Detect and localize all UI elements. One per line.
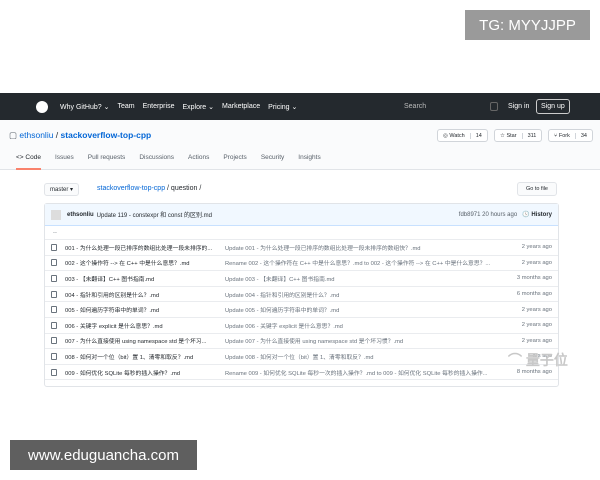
file-age: 2 years ago bbox=[521, 306, 552, 313]
repo-icon: ▢ bbox=[9, 130, 20, 140]
parent-dir-link[interactable]: .. bbox=[45, 226, 558, 240]
file-age: 2 years ago bbox=[521, 244, 552, 251]
file-row[interactable]: 005 - 如何遍历字符串中的单词？.md Update 005 - 如何遍历字符… bbox=[45, 302, 558, 318]
fork-button[interactable]: ⑂ Fork 34 bbox=[548, 129, 593, 142]
file-icon bbox=[51, 352, 57, 360]
file-icon bbox=[51, 290, 57, 298]
repo-name-link[interactable]: stackoverflow-top-cpp bbox=[61, 130, 152, 140]
watermark-top: TG: MYYJJPP bbox=[465, 10, 590, 40]
fork-label: Fork bbox=[558, 132, 570, 139]
file-icon bbox=[51, 243, 57, 251]
github-logo-icon[interactable] bbox=[36, 100, 48, 113]
breadcrumb: stackoverflow-top-cpp / question / bbox=[97, 185, 201, 192]
star-label: Star bbox=[506, 132, 517, 139]
file-age: 2 years ago bbox=[521, 322, 552, 329]
file-commit-message[interactable]: Update 001 - 为什么处理一段已排序的数组比处理一段未排序的数组快？.… bbox=[225, 243, 495, 252]
file-commit-message[interactable]: Rename 002 - 这个操作符在 C++ 中是什么意思？.md to 00… bbox=[225, 258, 495, 267]
file-commit-message[interactable]: Update 003 - 【未翻译】C++ 图书指南.md bbox=[225, 274, 495, 283]
file-row[interactable]: 007 - 为什么直接使用 using namespace std 是个坏习..… bbox=[45, 334, 558, 350]
watermark-bottom: www.eduguancha.com bbox=[10, 440, 197, 470]
file-age: 6 months ago bbox=[516, 291, 552, 298]
tab-pull-requests[interactable]: Pull requests bbox=[88, 154, 126, 170]
file-name[interactable]: 001 - 为什么处理一段已排序的数组比处理一段未排序的... bbox=[65, 243, 225, 252]
file-row[interactable]: 006 - 关键字 explicit 是什么意思？.md Update 006 -… bbox=[45, 318, 558, 334]
nav-enterprise[interactable]: Enterprise bbox=[143, 103, 175, 110]
file-commit-message[interactable]: Update 007 - 为什么直接使用 using namespace std… bbox=[225, 336, 495, 345]
file-name[interactable]: 006 - 关键字 explicit 是什么意思？.md bbox=[65, 321, 225, 330]
tab-security[interactable]: Security bbox=[261, 154, 284, 170]
sign-up-button[interactable]: Sign up bbox=[536, 99, 570, 114]
fork-count: 34 bbox=[574, 132, 592, 139]
go-to-file-button[interactable]: Go to file bbox=[517, 182, 557, 196]
file-icon bbox=[51, 306, 57, 314]
file-row[interactable]: 003 - 【未翻译】C++ 图书指南.md Update 003 - 【未翻译】… bbox=[45, 271, 558, 287]
avatar bbox=[51, 209, 61, 220]
commit-message[interactable]: Update 119 - constexpr 和 const 的区别.md bbox=[97, 210, 212, 219]
history-label: History bbox=[531, 212, 552, 218]
nav-team[interactable]: Team bbox=[117, 103, 134, 110]
file-age: 2 years ago bbox=[521, 259, 552, 266]
star-button[interactable]: ☆ Star 311 bbox=[494, 129, 543, 142]
repo-owner-link[interactable]: ethsonliu bbox=[19, 130, 53, 140]
file-row[interactable]: 008 - 如何对一个位（bit）置 1、清零和取反？.md Update 008… bbox=[45, 349, 558, 365]
nav-marketplace[interactable]: Marketplace bbox=[222, 103, 260, 110]
nav-pricing[interactable]: Pricing ⌄ bbox=[268, 103, 297, 111]
file-row[interactable]: 004 - 指针和引用的区别是什么？.md Update 004 - 指针和引用的… bbox=[45, 287, 558, 303]
file-name[interactable]: 008 - 如何对一个位（bit）置 1、清零和取反？.md bbox=[65, 352, 225, 361]
file-row[interactable]: 002 - 这个操作符 --> 在 C++ 中是什么意思？.md Rename 0… bbox=[45, 256, 558, 272]
tab-discussions[interactable]: Discussions bbox=[139, 154, 174, 170]
nav-explore[interactable]: Explore ⌄ bbox=[182, 103, 214, 111]
file-commit-message[interactable]: Update 008 - 如何对一个位（bit）置 1、清零和取反？.md bbox=[225, 352, 495, 361]
sign-in-link[interactable]: Sign in bbox=[508, 103, 529, 110]
file-name[interactable]: 003 - 【未翻译】C++ 图书指南.md bbox=[65, 274, 225, 283]
slash-key-icon bbox=[490, 102, 498, 111]
star-count: 311 bbox=[521, 132, 542, 139]
breadcrumb-path: / question / bbox=[167, 185, 202, 192]
tab-insights[interactable]: Insights bbox=[298, 154, 320, 170]
repo-tabs: <> Code Issues Pull requests Discussions… bbox=[16, 154, 321, 170]
breadcrumb-repo-link[interactable]: stackoverflow-top-cpp bbox=[97, 185, 165, 192]
file-icon bbox=[51, 337, 57, 345]
file-commit-message[interactable]: Update 005 - 如何遍历字符串中的单词？.md bbox=[225, 305, 495, 314]
file-icon bbox=[51, 368, 57, 376]
nav-why-github[interactable]: Why GitHub? ⌄ bbox=[60, 103, 109, 111]
file-icon bbox=[51, 259, 57, 267]
repo-header: ▢ ethsonliu / stackoverflow-top-cpp ◎ Wa… bbox=[0, 120, 600, 170]
file-icon bbox=[51, 321, 57, 329]
file-name[interactable]: 009 - 如何优化 SQLite 每秒的插入操作？.md bbox=[65, 368, 225, 377]
file-list: ethsonliu Update 119 - constexpr 和 const… bbox=[44, 203, 559, 387]
commit-time: 20 hours ago bbox=[482, 212, 518, 218]
file-commit-message[interactable]: Rename 009 - 如何优化 SQLite 每秒一次的插入操作？.md t… bbox=[225, 368, 495, 377]
latest-commit: ethsonliu Update 119 - constexpr 和 const… bbox=[45, 204, 558, 226]
file-commit-message[interactable]: Update 006 - 关键字 explicit 是什么意思？.md bbox=[225, 321, 495, 330]
file-name[interactable]: 005 - 如何遍历字符串中的单词？.md bbox=[65, 305, 225, 314]
file-name[interactable]: 004 - 指针和引用的区别是什么？.md bbox=[65, 290, 225, 299]
file-age: 2 years ago bbox=[521, 337, 552, 344]
file-row[interactable]: 001 - 为什么处理一段已排序的数组比处理一段未排序的... Update 00… bbox=[45, 240, 558, 256]
repo-title: ▢ ethsonliu / stackoverflow-top-cpp bbox=[9, 130, 152, 140]
top-nav: Why GitHub? ⌄ Team Enterprise Explore ⌄ … bbox=[0, 93, 600, 120]
commit-sha[interactable]: fdb8971 bbox=[459, 212, 481, 218]
commit-author[interactable]: ethsonliu bbox=[67, 212, 94, 218]
file-name[interactable]: 007 - 为什么直接使用 using namespace std 是个坏习..… bbox=[65, 336, 225, 345]
search-input[interactable]: Search bbox=[404, 103, 426, 110]
branch-selector[interactable]: master ▾ bbox=[44, 183, 80, 196]
tab-issues[interactable]: Issues bbox=[55, 154, 74, 170]
tab-projects[interactable]: Projects bbox=[223, 154, 246, 170]
watch-count: 14 bbox=[469, 132, 487, 139]
file-icon bbox=[51, 274, 57, 282]
tab-code[interactable]: <> Code bbox=[16, 154, 41, 170]
watch-button[interactable]: ◎ Watch 14 bbox=[437, 129, 488, 142]
history-link[interactable]: 🕓 History bbox=[522, 212, 552, 218]
watch-label: Watch bbox=[449, 132, 465, 139]
file-row[interactable]: 009 - 如何优化 SQLite 每秒的插入操作？.md Rename 009 … bbox=[45, 365, 558, 381]
quantum-bit-logo: ⌒ 量子位 bbox=[508, 352, 568, 368]
file-name[interactable]: 002 - 这个操作符 --> 在 C++ 中是什么意思？.md bbox=[65, 258, 225, 267]
file-commit-message[interactable]: Update 004 - 指针和引用的区别是什么？.md bbox=[225, 290, 495, 299]
tab-actions[interactable]: Actions bbox=[188, 154, 209, 170]
file-age: 3 months ago bbox=[516, 275, 552, 282]
